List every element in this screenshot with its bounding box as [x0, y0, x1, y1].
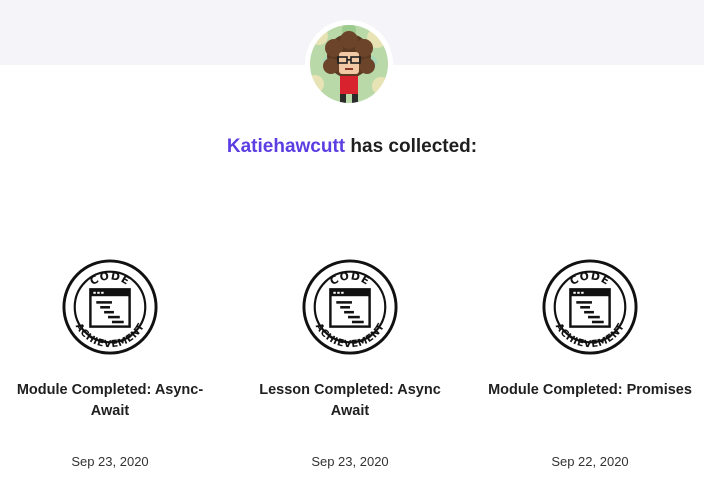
- achievement-card[interactable]: CODE ACHIEVEMENT Lesson Completed: Async…: [240, 258, 460, 469]
- achievement-title: Module Completed: Async-Await: [16, 382, 204, 419]
- profile-achievements-page: Katiehawcutt has collected: CODE ACHIEVE…: [0, 0, 704, 494]
- achievement-title: Module Completed: Promises: [488, 382, 692, 398]
- achievement-date: Sep 23, 2020: [311, 454, 389, 469]
- code-achievement-badge-icon: CODE ACHIEVEMENT: [62, 259, 158, 355]
- collected-label: has collected:: [350, 136, 478, 157]
- achievement-title: Lesson Completed: Async Await: [259, 382, 441, 419]
- username-link[interactable]: Katiehawcutt: [227, 136, 345, 157]
- achievement-date: Sep 22, 2020: [551, 454, 629, 469]
- code-achievement-badge-icon: CODE ACHIEVEMENT: [542, 259, 638, 355]
- achievement-card[interactable]: CODE ACHIEVEMENT Module Completed: Async…: [0, 258, 220, 469]
- achievement-card[interactable]: CODE ACHIEVEMENT Module Completed: Promi…: [480, 258, 700, 469]
- collection-headline: Katiehawcutt has collected:: [0, 136, 704, 158]
- achievement-date: Sep 23, 2020: [71, 454, 149, 469]
- avatar-image: [308, 23, 390, 105]
- user-avatar[interactable]: [307, 22, 391, 106]
- code-achievement-badge-icon: CODE ACHIEVEMENT: [302, 259, 398, 355]
